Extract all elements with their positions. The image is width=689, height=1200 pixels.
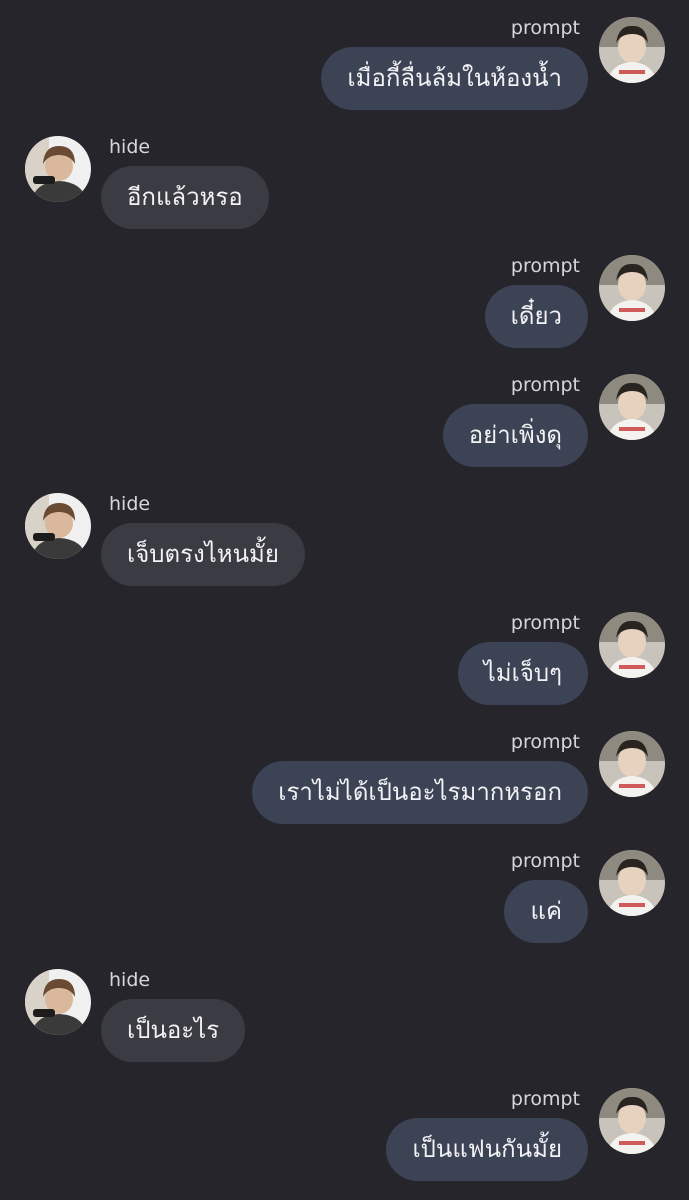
sender-name: hide — [109, 493, 151, 515]
prompt-avatar-icon[interactable] — [599, 1088, 665, 1154]
sender-name: prompt — [510, 374, 580, 396]
sender-name: prompt — [510, 612, 580, 634]
message-row: prompt แค่ — [0, 833, 689, 953]
message-row: hide เป็นอะไร — [0, 952, 689, 1072]
message-row: hide อีกแล้วหรอ — [0, 119, 689, 239]
prompt-avatar-icon[interactable] — [599, 374, 665, 440]
message-bubble[interactable]: แค่ — [504, 880, 588, 943]
message-row: prompt อย่าเพิ่งดุ — [0, 357, 689, 477]
message-row: prompt เมื่อกี้ลื่นล้มในห้องน้ำ — [0, 0, 689, 120]
message-bubble[interactable]: เป็นอะไร — [101, 999, 246, 1062]
prompt-avatar-icon[interactable] — [599, 255, 665, 321]
hide-avatar-icon[interactable] — [25, 493, 91, 559]
message-bubble[interactable]: เดี๋ยว — [484, 285, 588, 348]
sender-name: hide — [109, 136, 151, 158]
message-bubble[interactable]: อย่าเพิ่งดุ — [442, 404, 588, 467]
message-row: hide เจ็บตรงไหนมั้ย — [0, 476, 689, 596]
sender-name: prompt — [510, 17, 580, 39]
sender-name: prompt — [510, 255, 580, 277]
prompt-avatar-icon[interactable] — [599, 17, 665, 83]
hide-avatar-icon[interactable] — [25, 969, 91, 1035]
prompt-avatar-icon[interactable] — [599, 850, 665, 916]
message-bubble[interactable]: อีกแล้วหรอ — [101, 166, 269, 229]
message-row: prompt เป็นแฟนกันมั้ย — [0, 1071, 689, 1191]
prompt-avatar-icon[interactable] — [599, 612, 665, 678]
message-bubble[interactable]: เป็นแฟนกันมั้ย — [386, 1118, 588, 1181]
chat-thread: prompt เมื่อกี้ลื่นล้มในห้องน้ำ hide อีก… — [0, 0, 689, 1200]
prompt-avatar-icon[interactable] — [599, 731, 665, 797]
message-row: prompt ไม่เจ็บๆ — [0, 595, 689, 715]
message-bubble[interactable]: ไม่เจ็บๆ — [457, 642, 588, 705]
sender-name: hide — [109, 969, 151, 991]
message-bubble[interactable]: เจ็บตรงไหนมั้ย — [101, 523, 305, 586]
sender-name: prompt — [510, 731, 580, 753]
sender-name: prompt — [510, 1088, 580, 1110]
message-bubble[interactable]: เราไม่ได้เป็นอะไรมากหรอก — [252, 761, 588, 824]
message-row: prompt เราไม่ได้เป็นอะไรมากหรอก — [0, 714, 689, 834]
sender-name: prompt — [510, 850, 580, 872]
message-row: prompt เดี๋ยว — [0, 238, 689, 358]
hide-avatar-icon[interactable] — [25, 136, 91, 202]
message-bubble[interactable]: เมื่อกี้ลื่นล้มในห้องน้ำ — [321, 47, 588, 110]
